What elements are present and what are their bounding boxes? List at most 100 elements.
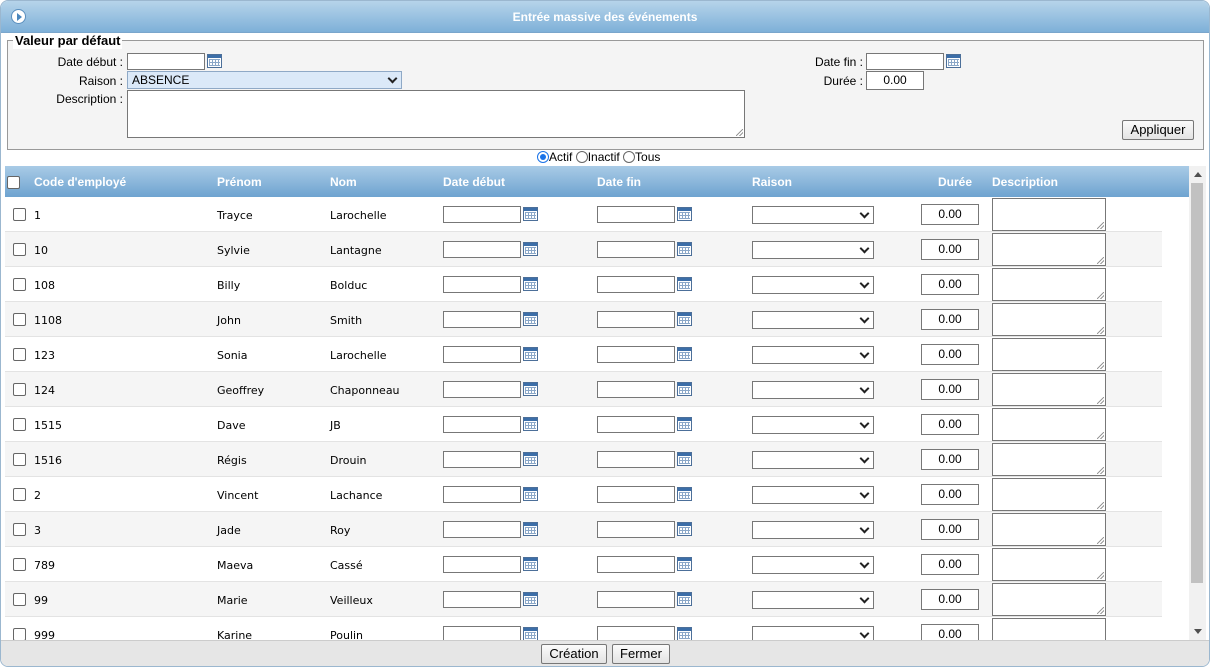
default-description-textarea[interactable] [127, 90, 745, 138]
row-date-fin-input[interactable] [597, 416, 675, 433]
row-date-debut-input[interactable] [443, 451, 521, 468]
calendar-icon[interactable] [523, 627, 538, 640]
row-duree-input[interactable]: 0.00 [921, 484, 979, 505]
row-checkbox[interactable] [13, 278, 26, 291]
row-description-textarea[interactable] [992, 373, 1106, 406]
header-date-debut[interactable]: Date début [443, 175, 505, 189]
row-raison-select[interactable] [752, 241, 874, 259]
row-raison-select[interactable] [752, 591, 874, 609]
row-duree-input[interactable]: 0.00 [921, 204, 979, 225]
calendar-icon[interactable] [677, 452, 692, 466]
row-date-fin-input[interactable] [597, 311, 675, 328]
row-raison-select[interactable] [752, 311, 874, 329]
row-raison-select[interactable] [752, 556, 874, 574]
calendar-icon[interactable] [677, 277, 692, 291]
calendar-icon[interactable] [677, 382, 692, 396]
row-checkbox[interactable] [13, 558, 26, 571]
row-date-fin-input[interactable] [597, 626, 675, 640]
row-duree-input[interactable]: 0.00 [921, 589, 979, 610]
close-button[interactable]: Fermer [612, 644, 670, 664]
row-checkbox[interactable] [13, 418, 26, 431]
select-all-checkbox[interactable] [7, 176, 20, 189]
row-checkbox[interactable] [13, 383, 26, 396]
row-description-textarea[interactable] [992, 233, 1106, 266]
scroll-up-arrow-icon[interactable] [1194, 172, 1202, 177]
calendar-icon[interactable] [523, 347, 538, 361]
row-raison-select[interactable] [752, 416, 874, 434]
row-description-textarea[interactable] [992, 338, 1106, 371]
row-duree-input[interactable]: 0.00 [921, 414, 979, 435]
calendar-icon[interactable] [677, 417, 692, 431]
calendar-icon[interactable] [523, 242, 538, 256]
row-date-debut-input[interactable] [443, 416, 521, 433]
row-description-textarea[interactable] [992, 408, 1106, 441]
row-checkbox[interactable] [13, 313, 26, 326]
row-description-textarea[interactable] [992, 268, 1106, 301]
row-description-textarea[interactable] [992, 478, 1106, 511]
row-checkbox[interactable] [13, 208, 26, 221]
row-date-debut-input[interactable] [443, 381, 521, 398]
row-duree-input[interactable]: 0.00 [921, 274, 979, 295]
calendar-icon[interactable] [523, 592, 538, 606]
calendar-icon[interactable] [677, 347, 692, 361]
row-date-debut-input[interactable] [443, 556, 521, 573]
row-date-debut-input[interactable] [443, 486, 521, 503]
apply-button[interactable]: Appliquer [1122, 120, 1194, 140]
row-description-textarea[interactable] [992, 443, 1106, 476]
row-date-debut-input[interactable] [443, 276, 521, 293]
row-duree-input[interactable]: 0.00 [921, 554, 979, 575]
grid-scrollbar[interactable] [1189, 166, 1206, 640]
row-checkbox[interactable] [13, 593, 26, 606]
row-description-textarea[interactable] [992, 513, 1106, 546]
row-raison-select[interactable] [752, 486, 874, 504]
header-prenom[interactable]: Prénom [217, 175, 262, 189]
row-duree-input[interactable]: 0.00 [921, 624, 979, 640]
row-raison-select[interactable] [752, 206, 874, 224]
calendar-icon[interactable] [677, 522, 692, 536]
calendar-icon[interactable] [677, 557, 692, 571]
collapse-arrow-icon[interactable] [11, 9, 26, 24]
calendar-icon[interactable] [677, 487, 692, 501]
header-raison[interactable]: Raison [752, 175, 792, 189]
calendar-icon[interactable] [677, 627, 692, 640]
row-date-debut-input[interactable] [443, 206, 521, 223]
row-raison-select[interactable] [752, 346, 874, 364]
row-date-debut-input[interactable] [443, 591, 521, 608]
row-date-fin-input[interactable] [597, 591, 675, 608]
row-raison-select[interactable] [752, 521, 874, 539]
row-checkbox[interactable] [13, 348, 26, 361]
row-date-fin-input[interactable] [597, 276, 675, 293]
row-raison-select[interactable] [752, 381, 874, 399]
row-date-debut-input[interactable] [443, 346, 521, 363]
calendar-icon[interactable] [677, 207, 692, 221]
row-duree-input[interactable]: 0.00 [921, 519, 979, 540]
header-date-fin[interactable]: Date fin [597, 175, 641, 189]
radio-tous[interactable] [623, 151, 636, 163]
row-date-debut-input[interactable] [443, 521, 521, 538]
header-description[interactable]: Description [992, 175, 1058, 189]
row-duree-input[interactable]: 0.00 [921, 344, 979, 365]
row-raison-select[interactable] [752, 451, 874, 469]
row-date-fin-input[interactable] [597, 241, 675, 258]
row-duree-input[interactable]: 0.00 [921, 309, 979, 330]
row-date-fin-input[interactable] [597, 206, 675, 223]
calendar-icon[interactable] [523, 557, 538, 571]
default-date-debut-input[interactable] [127, 53, 205, 70]
calendar-icon[interactable] [677, 592, 692, 606]
row-description-textarea[interactable] [992, 548, 1106, 581]
default-date-fin-input[interactable] [866, 53, 944, 70]
row-date-fin-input[interactable] [597, 556, 675, 573]
row-duree-input[interactable]: 0.00 [921, 239, 979, 260]
row-date-debut-input[interactable] [443, 241, 521, 258]
row-duree-input[interactable]: 0.00 [921, 379, 979, 400]
calendar-icon[interactable] [677, 312, 692, 326]
row-date-debut-input[interactable] [443, 626, 521, 640]
row-description-textarea[interactable] [992, 303, 1106, 336]
radio-inactif[interactable] [575, 151, 588, 163]
row-date-fin-input[interactable] [597, 521, 675, 538]
calendar-icon[interactable] [677, 242, 692, 256]
row-description-textarea[interactable] [992, 618, 1106, 640]
calendar-icon[interactable] [523, 522, 538, 536]
row-raison-select[interactable] [752, 626, 874, 640]
row-date-fin-input[interactable] [597, 346, 675, 363]
